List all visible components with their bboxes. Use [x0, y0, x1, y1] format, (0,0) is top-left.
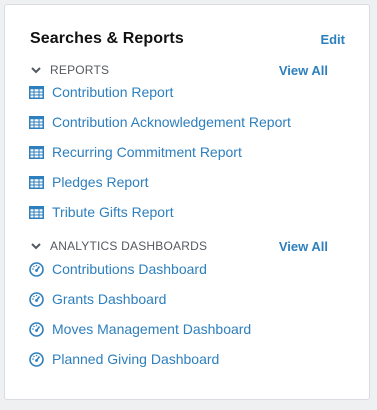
- table-icon: [28, 114, 44, 130]
- reports-section-label: REPORTS: [50, 63, 110, 77]
- reports-view-all-link[interactable]: View All: [279, 63, 328, 78]
- dashboards-section-toggle[interactable]: ANALYTICS DASHBOARDS: [30, 239, 207, 253]
- dashboard-item-label[interactable]: Planned Giving Dashboard: [52, 351, 219, 367]
- report-item-recurring-commitment[interactable]: Recurring Commitment Report: [28, 142, 242, 162]
- reports-section-toggle[interactable]: REPORTS: [30, 63, 109, 77]
- dashboard-item-label[interactable]: Grants Dashboard: [52, 291, 166, 307]
- table-icon: [28, 84, 44, 100]
- dashboards-view-all-link[interactable]: View All: [279, 239, 328, 254]
- dashboard-item-contributions[interactable]: Contributions Dashboard: [28, 259, 207, 279]
- report-item-label[interactable]: Tribute Gifts Report: [52, 204, 174, 220]
- dashboards-section-label: ANALYTICS DASHBOARDS: [50, 239, 208, 253]
- report-item-label[interactable]: Contribution Report: [52, 84, 173, 100]
- card-header: Searches & Reports Edit: [30, 26, 345, 52]
- report-item-pledges[interactable]: Pledges Report: [28, 172, 149, 192]
- dashboard-item-planned-giving[interactable]: Planned Giving Dashboard: [28, 349, 219, 369]
- dashboards-section-header[interactable]: ANALYTICS DASHBOARDS View All: [30, 237, 328, 255]
- dashboard-item-moves-management[interactable]: Moves Management Dashboard: [28, 319, 251, 339]
- reports-section-header[interactable]: REPORTS View All: [30, 61, 328, 79]
- edit-link[interactable]: Edit: [320, 32, 345, 47]
- table-icon: [28, 204, 44, 220]
- gauge-icon: [28, 321, 44, 337]
- gauge-icon: [28, 261, 44, 277]
- dashboard-item-label[interactable]: Moves Management Dashboard: [52, 321, 251, 337]
- report-item-contribution[interactable]: Contribution Report: [28, 82, 173, 102]
- card-title: Searches & Reports: [30, 30, 184, 47]
- report-item-label[interactable]: Pledges Report: [52, 174, 149, 190]
- searches-reports-card: Searches & Reports Edit REPORTS View All…: [4, 4, 370, 400]
- dashboard-item-label[interactable]: Contributions Dashboard: [52, 261, 207, 277]
- chevron-down-icon: [30, 64, 42, 76]
- table-icon: [28, 144, 44, 160]
- dashboard-item-grants[interactable]: Grants Dashboard: [28, 289, 166, 309]
- chevron-down-icon: [30, 240, 42, 252]
- report-item-contribution-acknowledgement[interactable]: Contribution Acknowledgement Report: [28, 112, 291, 132]
- table-icon: [28, 174, 44, 190]
- report-item-label[interactable]: Recurring Commitment Report: [52, 144, 242, 160]
- report-item-tribute-gifts[interactable]: Tribute Gifts Report: [28, 202, 174, 222]
- gauge-icon: [28, 351, 44, 367]
- report-item-label[interactable]: Contribution Acknowledgement Report: [52, 114, 291, 130]
- gauge-icon: [28, 291, 44, 307]
